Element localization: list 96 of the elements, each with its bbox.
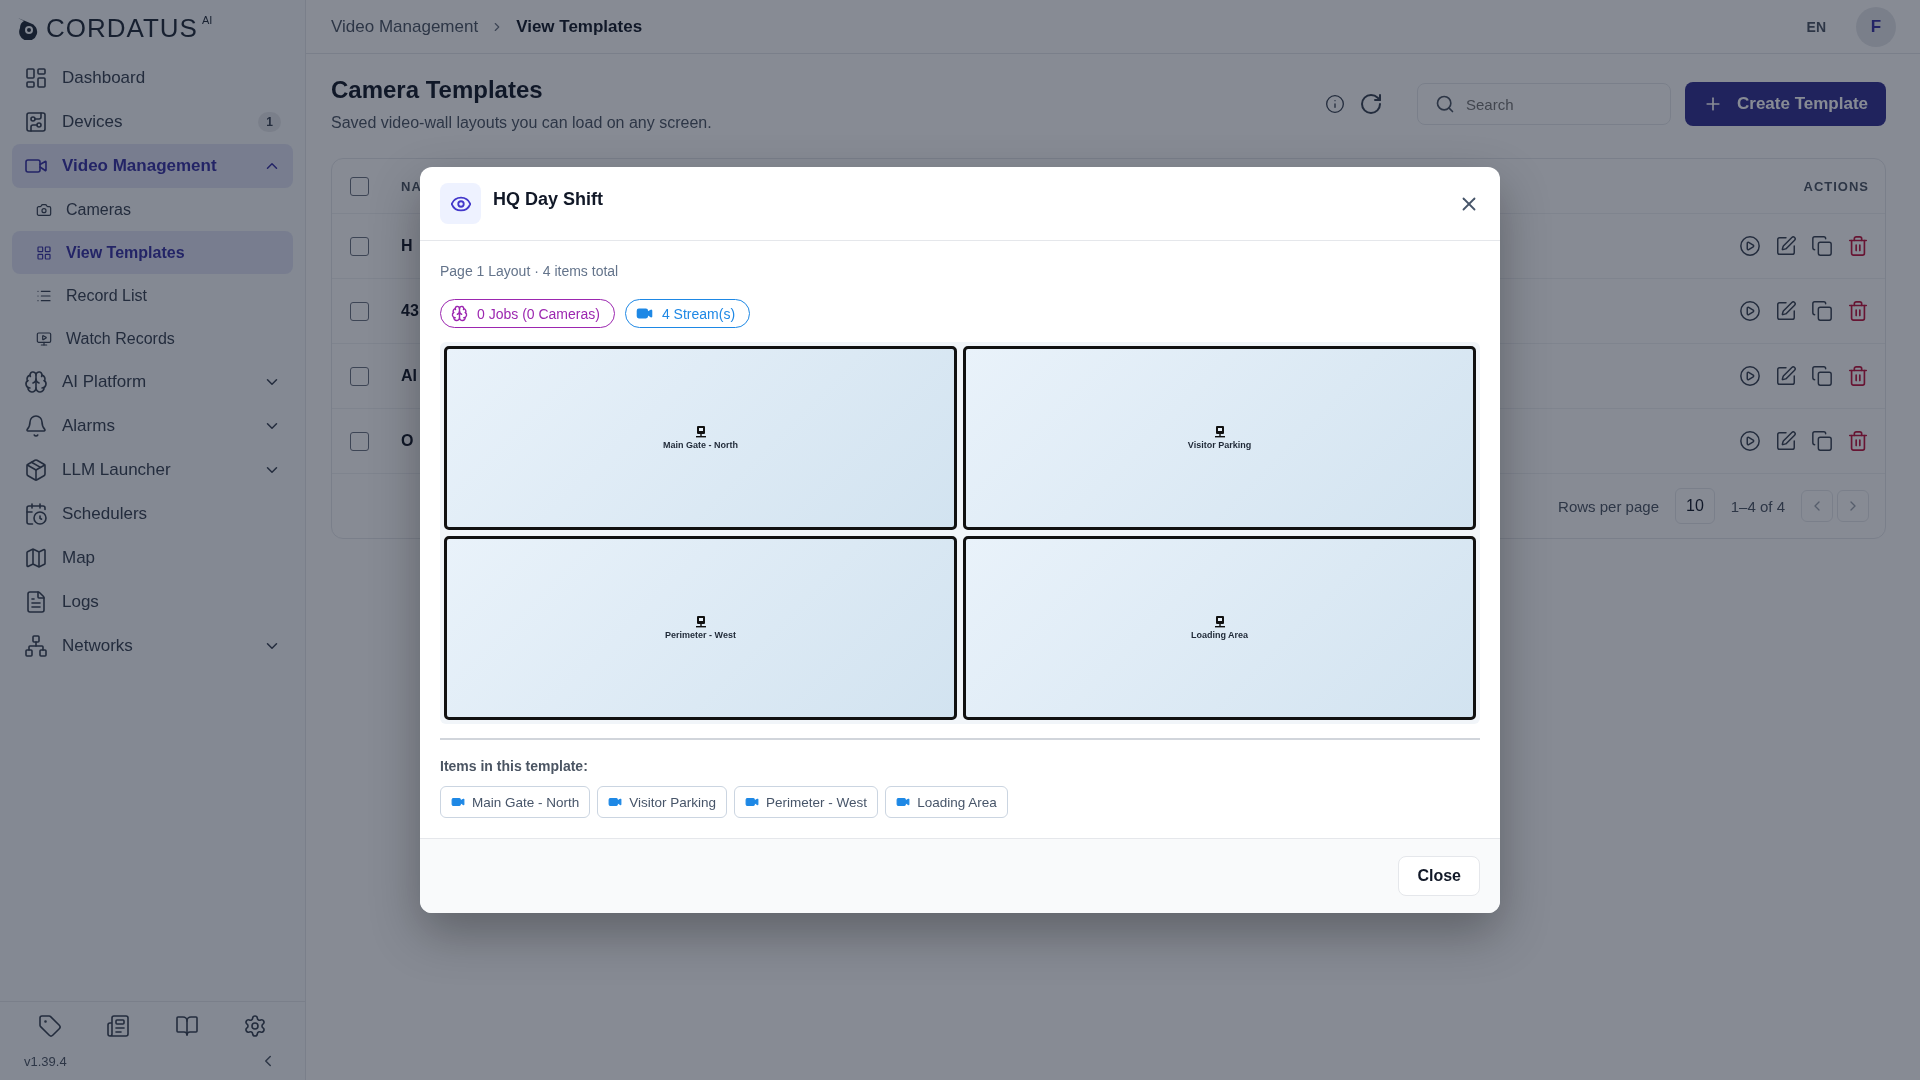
- network-icon: [24, 634, 48, 658]
- video-camera-icon: [745, 795, 760, 809]
- sidebar-item[interactable]: Dashboard: [12, 56, 293, 100]
- settings-icon[interactable]: [242, 1014, 267, 1038]
- bell-icon: [24, 414, 48, 438]
- video-camera-icon: [451, 795, 465, 809]
- table-cell: H: [401, 237, 413, 255]
- search-field[interactable]: Search: [1417, 83, 1671, 125]
- column-header: ACTIONS: [1803, 178, 1869, 194]
- grid-icon: [36, 244, 52, 261]
- edit-icon[interactable]: [1775, 430, 1797, 452]
- copy-icon[interactable]: [1811, 300, 1833, 322]
- calendar-clock-icon: [24, 502, 48, 526]
- map-icon: [24, 546, 48, 570]
- camera-icon: [36, 201, 52, 218]
- layout-summary: Page 1 Layout · 4 items total: [440, 263, 620, 279]
- sidebar-item[interactable]: Alarms: [12, 404, 293, 448]
- play-icon[interactable]: [1739, 235, 1761, 257]
- play-icon[interactable]: [1739, 300, 1761, 322]
- row-checkbox[interactable]: [350, 366, 369, 386]
- monitor-icon: [694, 616, 707, 628]
- count-badge: 1: [258, 112, 281, 132]
- sidebar-item[interactable]: Networks: [12, 624, 293, 668]
- camera-chip: Loading Area: [885, 786, 1008, 818]
- sidebar-subitem[interactable]: Record List: [12, 274, 293, 317]
- brain-icon: [24, 370, 48, 394]
- sidebar-item[interactable]: Schedulers: [12, 492, 293, 536]
- logo-suffix: AI: [201, 14, 213, 26]
- row-checkbox[interactable]: [350, 301, 369, 321]
- row-checkbox[interactable]: [350, 236, 369, 256]
- rows-per-page-select[interactable]: 10: [1675, 488, 1715, 524]
- newspaper-icon[interactable]: [106, 1014, 131, 1038]
- monitor-play-icon: [36, 330, 52, 347]
- tag-icon[interactable]: [38, 1014, 63, 1038]
- delete-icon[interactable]: [1847, 300, 1869, 322]
- circuit-board-icon: [24, 110, 48, 134]
- table-cell: 43: [401, 302, 419, 320]
- edit-icon[interactable]: [1775, 300, 1797, 322]
- items-heading: Items in this template:: [440, 758, 589, 774]
- camera-chip: Visitor Parking: [597, 786, 728, 818]
- create-template-button[interactable]: Create Template: [1685, 82, 1886, 126]
- tile-label: Visitor Parking: [1187, 440, 1252, 450]
- brain-icon: [451, 305, 468, 322]
- select-all-checkbox[interactable]: [350, 176, 369, 196]
- monitor-icon: [1213, 616, 1226, 628]
- delete-icon[interactable]: [1847, 235, 1869, 257]
- table-cell: O: [401, 432, 414, 450]
- row-checkbox[interactable]: [350, 431, 369, 451]
- language-code: EN: [1806, 18, 1826, 35]
- monitor-icon: [1213, 426, 1226, 438]
- book-icon[interactable]: [174, 1014, 199, 1038]
- copy-icon[interactable]: [1811, 365, 1833, 387]
- page-title: Camera Templates: [331, 76, 544, 104]
- user-avatar[interactable]: F: [1856, 6, 1896, 47]
- copy-icon[interactable]: [1811, 235, 1833, 257]
- edit-icon[interactable]: [1775, 365, 1797, 387]
- column-header: NA: [401, 178, 422, 194]
- video-camera-icon: [608, 795, 623, 809]
- version-label: v1.39.4: [24, 1053, 67, 1069]
- sidebar-item[interactable]: Map: [12, 536, 293, 580]
- rows-per-page-label: Rows per page: [1558, 497, 1659, 515]
- close-button[interactable]: Close: [1398, 856, 1480, 896]
- video-camera-icon: [896, 795, 911, 809]
- table-cell: AI: [401, 367, 417, 385]
- package-icon: [24, 458, 48, 482]
- play-icon[interactable]: [1739, 430, 1761, 452]
- edit-icon[interactable]: [1775, 235, 1797, 257]
- tile-label: Main Gate - North: [663, 440, 738, 450]
- copy-icon[interactable]: [1811, 430, 1833, 452]
- delete-icon[interactable]: [1847, 430, 1869, 452]
- pagination-range: 1–4 of 4: [1730, 497, 1785, 515]
- info-icon[interactable]: [1325, 94, 1345, 114]
- tile-label: Loading Area: [1190, 630, 1249, 640]
- dashboard-icon: [24, 66, 48, 90]
- sidebar-item[interactable]: Video Management: [12, 144, 293, 188]
- sidebar-subitem[interactable]: View Templates: [12, 231, 293, 274]
- refresh-icon[interactable]: [1359, 92, 1383, 116]
- breadcrumb-item: View Templates: [516, 16, 643, 37]
- page-subtitle: Saved video-wall layouts you can load on any screen.: [331, 114, 713, 132]
- tile-label: Perimeter - West: [665, 630, 736, 640]
- camera-chip: Perimeter - West: [734, 786, 879, 818]
- logo-text: CORDATUS: [46, 12, 198, 44]
- eye-icon: [440, 183, 481, 224]
- camera-chip: Main Gate - North: [440, 786, 591, 818]
- sidebar-item[interactable]: LLM Launcher: [12, 448, 293, 492]
- document-icon: [24, 590, 48, 614]
- sidebar-subitem[interactable]: Watch Records: [12, 317, 293, 360]
- sidebar-item[interactable]: Devices 1: [12, 100, 293, 144]
- sidebar-subitem[interactable]: Cameras: [12, 188, 293, 231]
- delete-icon[interactable]: [1847, 365, 1869, 387]
- sidebar-item[interactable]: Logs: [12, 580, 293, 624]
- dialog-title: HQ Day Shift: [493, 189, 604, 210]
- play-icon[interactable]: [1739, 365, 1761, 387]
- sidebar-item[interactable]: AI Platform: [12, 360, 293, 404]
- breadcrumb-item[interactable]: Video Management: [331, 16, 479, 37]
- monitor-icon: [694, 426, 707, 438]
